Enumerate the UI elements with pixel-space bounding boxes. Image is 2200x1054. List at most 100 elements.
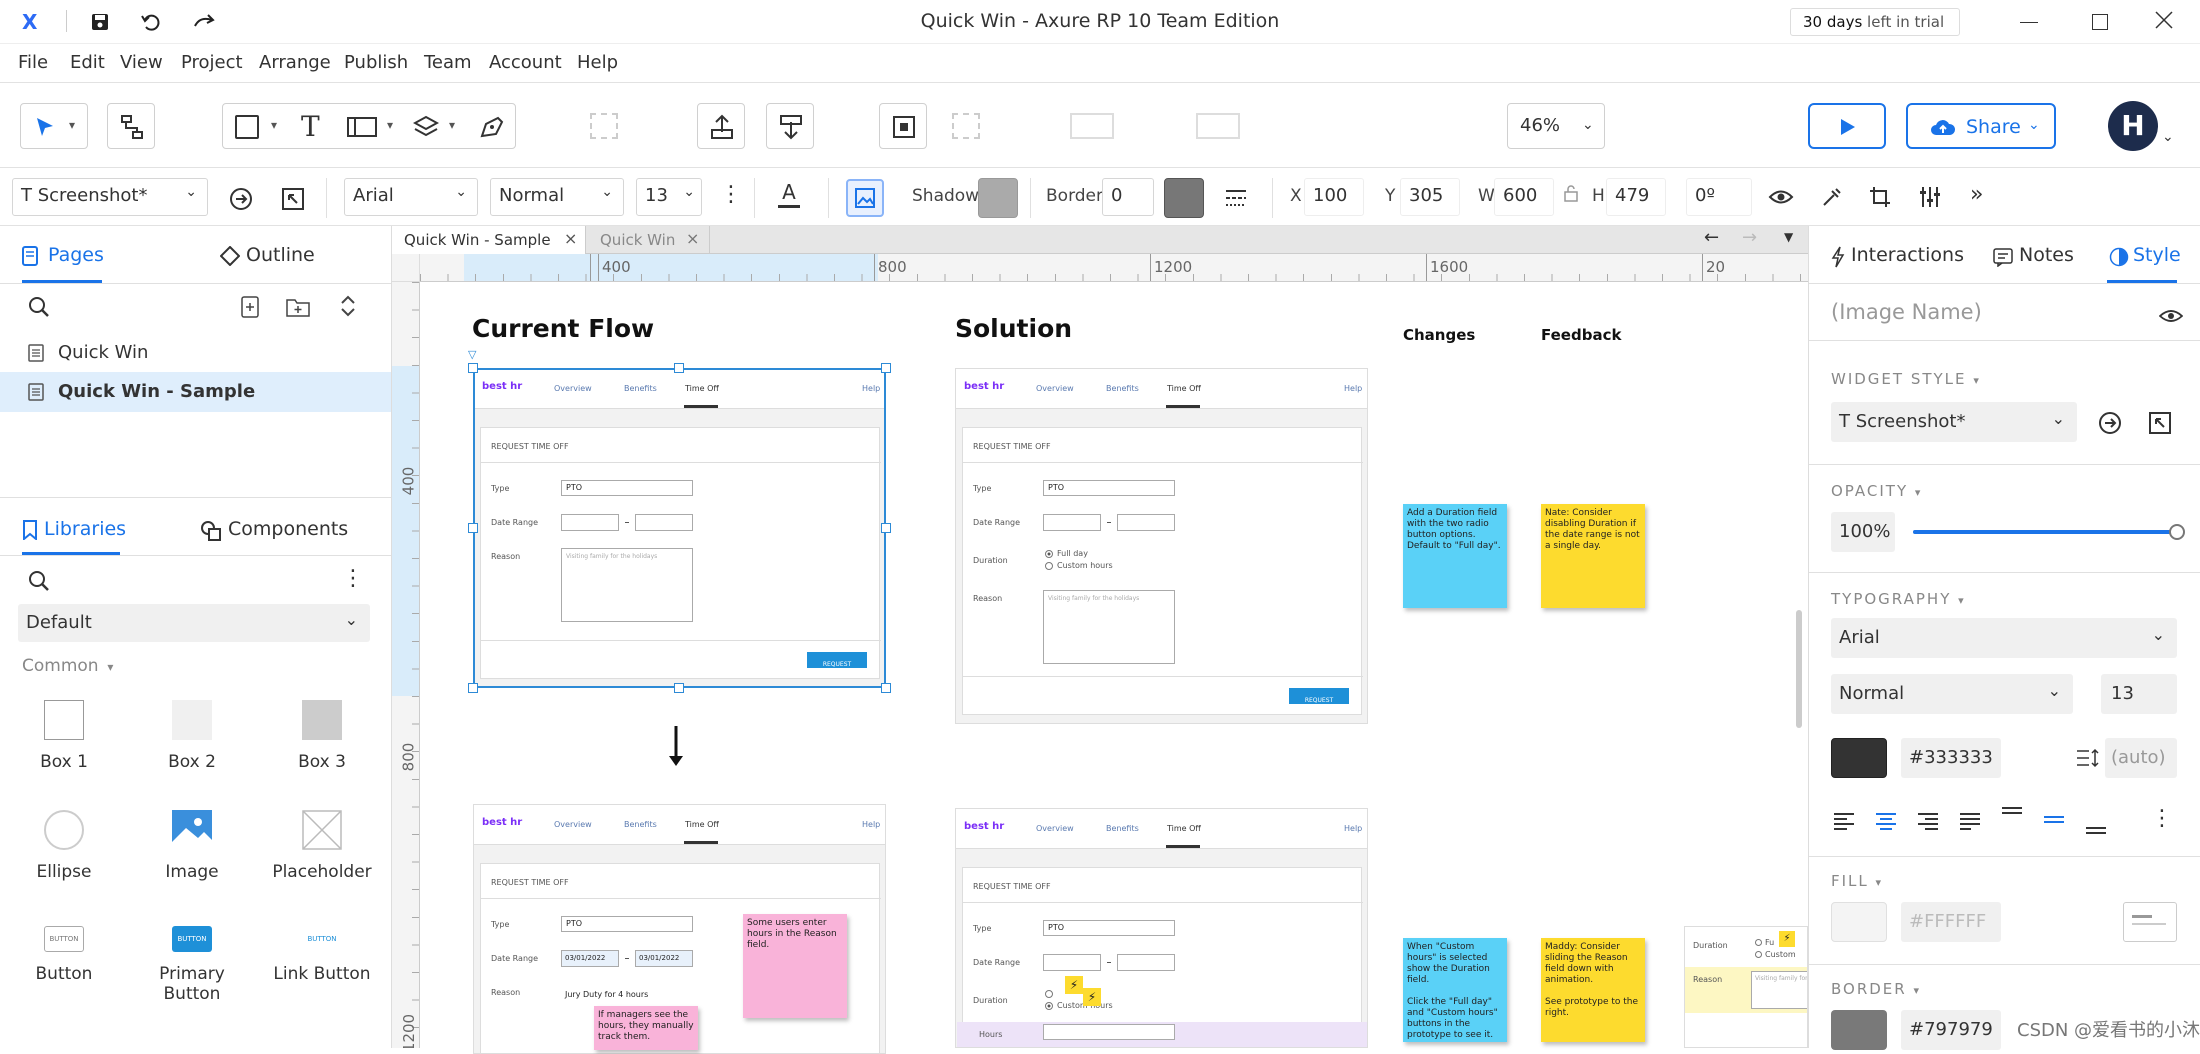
- screenshot-solution[interactable]: best hr Overview Benefits Time Off Help …: [955, 368, 1368, 724]
- section-typography[interactable]: TYPOGRAPHY ▾: [1831, 590, 1964, 608]
- image-toggle-button[interactable]: [846, 179, 884, 217]
- library-item-box1[interactable]: Box 1: [4, 700, 124, 772]
- tab-notes[interactable]: Notes: [1993, 244, 2083, 274]
- border-color-input[interactable]: #797979: [1901, 1010, 2001, 1050]
- font-family-select[interactable]: Arial ⌄: [1831, 618, 2177, 658]
- zoom-select[interactable]: 46% ⌄: [1507, 103, 1605, 149]
- menu-team[interactable]: Team: [424, 52, 472, 73]
- chevron-down-icon[interactable]: ⌄: [2162, 129, 2174, 145]
- library-item-button[interactable]: BUTTON Button: [4, 926, 124, 984]
- bring-front-button[interactable]: [697, 103, 745, 149]
- selection-handle[interactable]: [674, 683, 684, 693]
- collapse-expand-icon[interactable]: [340, 294, 356, 318]
- widget-style-select[interactable]: T Screenshot* ⌄: [1831, 402, 2077, 442]
- selection-handle[interactable]: [881, 523, 891, 533]
- share-button[interactable]: Share ⌄: [1906, 103, 2056, 149]
- screenshot-prototype-partial[interactable]: Duration Fu Custom ⚡ Reason Visiting fam…: [1684, 926, 1808, 1048]
- sticky-note-feedback[interactable]: Nate: Consider disabling Duration if the…: [1541, 504, 1645, 608]
- close-icon[interactable]: ×: [686, 229, 699, 248]
- chevron-down-icon[interactable]: ▾: [271, 118, 277, 132]
- maximize-icon[interactable]: [2092, 14, 2108, 30]
- crop-icon[interactable]: [1868, 185, 1892, 209]
- connector-tool-button[interactable]: [107, 103, 155, 149]
- sticky-note-feedback-2[interactable]: Maddy: Consider sliding the Reason field…: [1541, 938, 1645, 1042]
- more-icon[interactable]: ⋮: [2151, 806, 2173, 831]
- send-back-button[interactable]: [766, 103, 814, 149]
- shadow-color-swatch[interactable]: [978, 178, 1018, 218]
- font-style-select[interactable]: Normal ⌄: [490, 178, 624, 216]
- menu-account[interactable]: Account: [489, 52, 562, 73]
- library-item-image[interactable]: Image: [132, 810, 252, 882]
- rotation-handle[interactable]: ▽: [468, 348, 476, 361]
- edit-style-icon[interactable]: [2097, 410, 2123, 436]
- x-input[interactable]: 100: [1304, 178, 1364, 216]
- library-select[interactable]: Default ⌄: [18, 604, 370, 642]
- section-common[interactable]: Common ▾: [22, 656, 113, 676]
- rectangle-tool-icon[interactable]: [235, 115, 259, 139]
- section-fill[interactable]: FILL ▾: [1831, 872, 1881, 890]
- avatar[interactable]: H: [2108, 101, 2158, 151]
- close-icon[interactable]: ×: [564, 229, 577, 248]
- fit-to-content-button[interactable]: [879, 103, 927, 149]
- library-item-primary-button[interactable]: BUTTON Primary Button: [132, 926, 252, 1004]
- opacity-slider[interactable]: [1913, 524, 2185, 540]
- valign-top-icon[interactable]: [2001, 806, 2023, 824]
- selection-handle[interactable]: [468, 363, 478, 373]
- w-input[interactable]: 600: [1494, 178, 1554, 216]
- section-border[interactable]: BORDER ▾: [1831, 980, 1919, 998]
- menu-view[interactable]: View: [120, 52, 163, 73]
- chevron-down-icon[interactable]: ▼: [1784, 230, 1793, 244]
- vertical-scrollbar[interactable]: [1796, 610, 1802, 728]
- add-page-icon[interactable]: [240, 296, 260, 318]
- line-height-input[interactable]: (auto): [2105, 738, 2177, 778]
- adjust-icon[interactable]: [1918, 185, 1942, 209]
- font-style-select[interactable]: Normal ⌄: [1831, 674, 2073, 714]
- text-color-icon[interactable]: A: [778, 182, 800, 208]
- undo-icon[interactable]: [140, 12, 162, 32]
- image-name-input[interactable]: (Image Name): [1831, 300, 1982, 324]
- justify-icon[interactable]: [1959, 812, 1981, 830]
- add-folder-icon[interactable]: [286, 296, 310, 318]
- selection-handle[interactable]: [468, 523, 478, 533]
- border-width-input[interactable]: 0: [1102, 178, 1154, 216]
- library-item-box2[interactable]: Box 2: [132, 700, 252, 772]
- search-icon[interactable]: [28, 570, 50, 592]
- selection-handle[interactable]: [881, 683, 891, 693]
- tab-style[interactable]: Style: [2109, 244, 2189, 274]
- menu-help[interactable]: Help: [577, 52, 618, 73]
- selection-handle[interactable]: [881, 363, 891, 373]
- minimize-icon[interactable]: [2020, 22, 2038, 23]
- tab-pages[interactable]: Pages: [22, 244, 104, 284]
- preview-button[interactable]: [1808, 103, 1886, 149]
- doc-tab-active[interactable]: Quick Win - Sample ×: [392, 226, 586, 254]
- y-input[interactable]: 305: [1400, 178, 1460, 216]
- text-color-input[interactable]: #333333: [1901, 738, 2001, 778]
- lock-icon[interactable]: [1564, 184, 1578, 202]
- screenshot-solution-2[interactable]: best hr Overview Benefits Time Off Help …: [955, 808, 1368, 1048]
- library-item-box3[interactable]: Box 3: [262, 700, 382, 772]
- page-item[interactable]: Quick Win: [0, 334, 391, 372]
- widget-style-select[interactable]: T Screenshot* ⌄: [12, 178, 208, 216]
- select-tool-button[interactable]: ▾: [20, 103, 88, 149]
- search-icon[interactable]: [28, 296, 50, 318]
- tab-libraries[interactable]: Libraries: [22, 518, 126, 548]
- menu-edit[interactable]: Edit: [70, 52, 105, 73]
- section-opacity[interactable]: OPACITY ▾: [1831, 482, 1920, 500]
- eyedropper-icon[interactable]: [1820, 185, 1844, 209]
- tab-components[interactable]: Components: [200, 518, 350, 548]
- valign-middle-icon[interactable]: [2043, 812, 2065, 830]
- create-style-icon[interactable]: [280, 186, 306, 212]
- fill-color-swatch[interactable]: [1831, 902, 1887, 942]
- fill-color-input[interactable]: #FFFFFF: [1901, 902, 2001, 942]
- menu-publish[interactable]: Publish: [344, 52, 408, 73]
- border-color-swatch[interactable]: [1831, 1010, 1887, 1050]
- dynamic-panel-icon[interactable]: [347, 117, 377, 137]
- h-input[interactable]: 479: [1606, 178, 1666, 216]
- tab-interactions[interactable]: Interactions: [1831, 244, 1997, 274]
- text-tool-icon[interactable]: T: [301, 110, 320, 143]
- border-color-swatch[interactable]: [1164, 178, 1204, 218]
- sticky-note-users[interactable]: Some users enter hours in the Reason fie…: [743, 914, 847, 1018]
- text-color-swatch[interactable]: [1831, 738, 1887, 778]
- library-item-link-button[interactable]: BUTTON Link Button: [262, 926, 382, 984]
- selection-handle[interactable]: [468, 683, 478, 693]
